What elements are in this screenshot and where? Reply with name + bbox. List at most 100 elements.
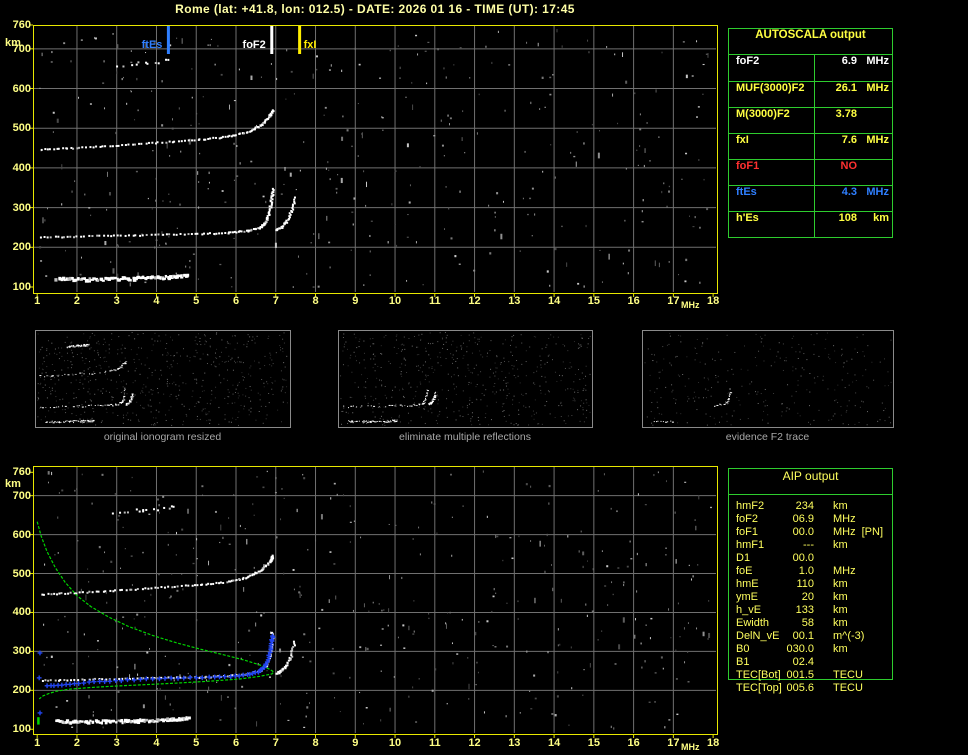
x-tick-label: 16	[627, 737, 640, 749]
aip-row-unit: km	[833, 591, 848, 603]
aip-row-Ewidth: Ewidth 58 km	[736, 617, 883, 630]
aip-row-val: 030.0	[786, 643, 814, 655]
aip-row-ymE: ymE 20 km	[736, 591, 883, 604]
aip-row-val: 02.4	[792, 656, 814, 668]
x-tick-label: 5	[193, 737, 200, 749]
aip-row-hmE: hmE 110 km	[736, 578, 883, 591]
thumbnail-caption: eliminate multiple reflections	[399, 431, 531, 443]
param-value: 108	[838, 212, 857, 224]
aip-row-val: 234	[795, 500, 814, 512]
y-tick-label: 300	[12, 201, 31, 214]
y-tick-label: 400	[12, 606, 31, 619]
param-value-cell: 3.78	[814, 108, 896, 133]
param-label: M(3000)F2	[736, 108, 790, 120]
x-tick-label: 11	[428, 737, 441, 749]
aip-row-val: 00.1	[792, 630, 814, 642]
aip-row-param: hmF2	[736, 500, 765, 512]
y-tick-label: 100	[12, 281, 31, 293]
aip-table-header: AIP output	[729, 469, 892, 495]
autoscala-row-M(3000)F2: M(3000)F2 3.78	[729, 107, 892, 133]
x-tick-label: 14	[547, 737, 561, 749]
aip-row-foF2: foF2 06.9 MHz	[736, 513, 883, 526]
aip-row-param: foF1	[736, 526, 759, 538]
param-value: 3.78	[835, 108, 857, 120]
param-label: fxI	[736, 134, 749, 146]
y-tick-label: 600	[12, 528, 31, 541]
aip-row-DelN_vE: DelN_vE 00.1 m^(-3)	[736, 630, 883, 643]
aip-row-unit: m^(-3)	[833, 630, 865, 642]
param-value: NO	[840, 160, 858, 172]
param-unit: km	[873, 212, 889, 224]
thumbnail-2	[338, 330, 593, 428]
aip-table-rows: hmF2 234 km foF2 06.9 MHz foF1 00.0 MHz [PN] hmF1 -…	[736, 500, 883, 695]
param-value-cell: 6.9 MHz	[814, 55, 896, 81]
fxI-marker-label: fxI	[303, 39, 317, 51]
x-tick-label: 6	[232, 295, 240, 307]
aip-row-param: hmE	[736, 578, 759, 590]
thumbnail-caption: original ionogram resized	[103, 431, 222, 443]
x-axis-unit: MHz	[681, 300, 700, 310]
x-axis-unit: MHz	[681, 742, 700, 752]
x-tick-label: 1	[34, 295, 41, 307]
x-tick-label: 3	[113, 295, 120, 307]
x-tick-label: 11	[428, 295, 441, 307]
x-tick-label: 15	[587, 737, 600, 749]
aip-row-param: TEC[Top]	[736, 682, 782, 694]
x-tick-label: 18	[706, 737, 720, 749]
x-tick-label: 12	[468, 737, 481, 749]
aip-row-param: hmF1	[736, 539, 765, 551]
electron-density-profile	[36, 521, 275, 725]
x-tick-label: 9	[352, 737, 359, 749]
x-tick-label: 2	[73, 737, 81, 749]
ftEs-marker-label: ftEs	[141, 39, 163, 51]
autoscala-table-header: AUTOSCALA output	[729, 29, 892, 55]
x-tick-label: 3	[113, 737, 120, 749]
y-tick-label: 500	[12, 567, 31, 580]
x-tick-label: 1	[34, 737, 41, 749]
aip-output-table: AIP output hmF2 234 km foF2 06.9 MHz foF1 00.0 M…	[728, 468, 893, 694]
bottom-ionogram-grid	[34, 467, 716, 733]
aip-row-unit: MHz	[833, 526, 856, 538]
aip-row-param: B1	[736, 656, 750, 668]
aip-row-val: 20	[801, 591, 814, 603]
y-tick-label: 760	[12, 466, 31, 479]
aip-row-h_vE: h_vE 133 km	[736, 604, 883, 617]
x-tick-label: 8	[312, 737, 319, 749]
aip-row-param: foE	[736, 565, 753, 577]
y-tick-label: 700	[12, 489, 31, 502]
aip-row-unit: TECU	[833, 669, 863, 681]
y-tick-label: 600	[12, 82, 31, 95]
aip-row-val: 58	[801, 617, 814, 629]
param-value-cell: 7.6 MHz	[814, 134, 896, 159]
aip-row-hmF1: hmF1 --- km	[736, 539, 883, 552]
aip-row-param: h_vE	[736, 604, 762, 616]
x-tick-label: 12	[468, 295, 481, 307]
x-tick-label: 7	[272, 737, 279, 749]
autoscala-row-foF2: foF2 6.9 MHz	[729, 55, 892, 81]
param-value-cell: NO	[814, 160, 896, 185]
foF2-marker-label: foF2	[242, 39, 266, 51]
top-ionogram-noise	[39, 29, 709, 288]
autoscala-row-h'Es: h'Es 108 km	[729, 211, 892, 237]
aip-row-unit: km	[833, 617, 848, 629]
aip-row-unit: km	[833, 604, 848, 616]
aip-row-val: 00.0	[792, 526, 814, 538]
aip-row-param: B0	[736, 643, 750, 655]
param-value-cell: 108 km	[814, 212, 896, 237]
bottom-ionogram-frame	[30, 466, 718, 738]
x-tick-label: 4	[153, 295, 160, 307]
aip-row-unit: MHz	[833, 513, 856, 525]
aip-row-unit: km	[833, 500, 848, 512]
aip-row-B0: B0 030.0 km	[736, 643, 883, 656]
profile-curve	[36, 521, 275, 700]
x-tick-label: 6	[232, 737, 240, 749]
x-tick-label: 5	[193, 295, 200, 307]
autoscala-table-rows: foF2 6.9 MHz MUF(3000)F2 26.1 MHz M(3000)F2 3.7…	[729, 55, 892, 237]
y-axis-unit: km	[5, 478, 21, 490]
aip-row-val: 133	[795, 604, 814, 616]
aip-row-unit: MHz	[833, 565, 856, 577]
thumbnail-1	[35, 330, 291, 428]
param-value-cell: 4.3 MHz	[814, 186, 896, 211]
y-tick-label: 400	[12, 161, 31, 174]
param-label: foF1	[736, 160, 760, 172]
